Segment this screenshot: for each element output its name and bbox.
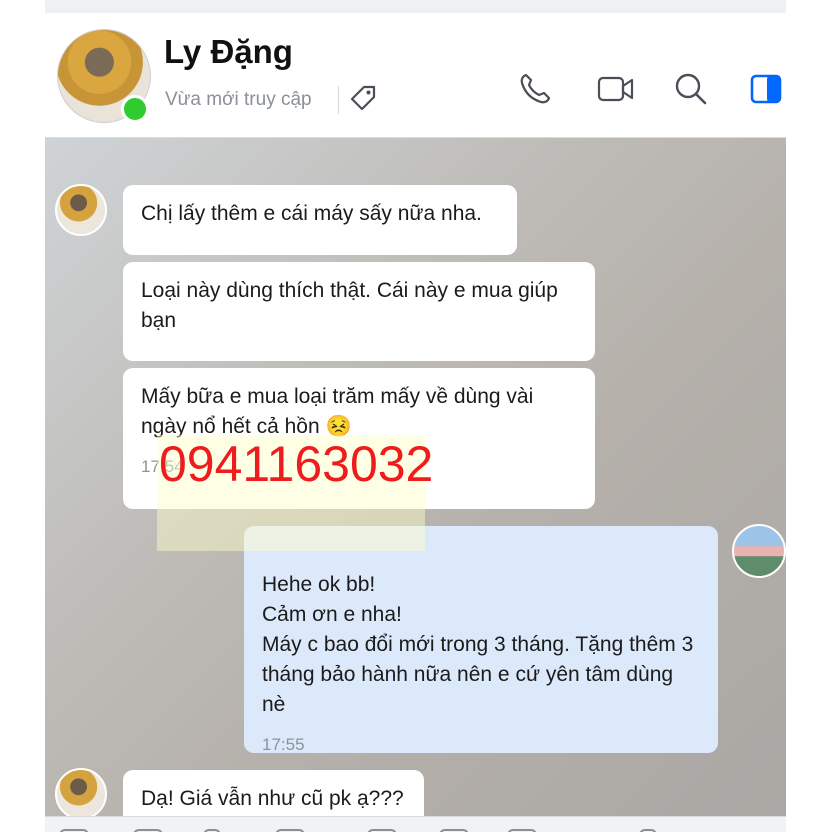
message-text: Chị lấy thêm e cái máy sấy nữa nha. <box>141 202 482 225</box>
message-text: Dạ! Giá vẫn như cũ pk ạ??? <box>141 787 404 810</box>
my-avatar-small[interactable] <box>732 524 786 578</box>
composer-toolbar <box>45 816 786 832</box>
sidebar-toggle-icon[interactable] <box>749 71 783 107</box>
message-bubble[interactable]: Loại này dùng thích thật. Cái này e mua … <box>123 262 595 361</box>
watermark-phone-number: 0941163032 <box>159 436 434 492</box>
message-bubble[interactable]: Dạ! Giá vẫn như cũ pk ạ??? <box>123 770 424 816</box>
message-time: 17:55 <box>262 735 305 754</box>
contact-name[interactable]: Ly Đặng <box>164 33 293 71</box>
divider <box>338 86 339 114</box>
message-list[interactable]: Chị lấy thêm e cái máy sấy nữa nha. Loại… <box>45 138 786 816</box>
message-text: Hehe ok bb! Cảm ơn e nha! Máy c bao đổi … <box>262 573 694 716</box>
message-bubble-sent[interactable]: Hehe ok bb! Cảm ơn e nha! Máy c bao đổi … <box>244 526 718 754</box>
contact-avatar-small[interactable] <box>55 768 107 816</box>
contact-status: Vừa mới truy cập <box>165 89 312 110</box>
phone-icon[interactable] <box>517 71 553 107</box>
video-icon[interactable] <box>597 71 635 107</box>
contact-avatar-small[interactable] <box>55 184 107 236</box>
message-text: Loại này dùng thích thật. Cái này e mua … <box>141 279 558 332</box>
top-strip <box>45 0 786 13</box>
chat-window: Ly Đặng Vừa mới truy cập Chị lấy thêm e … <box>45 0 786 832</box>
tag-icon[interactable] <box>348 83 378 113</box>
online-status-dot <box>121 95 149 123</box>
chat-header: Ly Đặng Vừa mới truy cập <box>45 13 786 138</box>
message-text: Mấy bữa e mua loại trăm mấy về dùng vài … <box>141 385 534 438</box>
search-icon[interactable] <box>673 71 709 107</box>
message-bubble[interactable]: Chị lấy thêm e cái máy sấy nữa nha. <box>123 185 517 255</box>
